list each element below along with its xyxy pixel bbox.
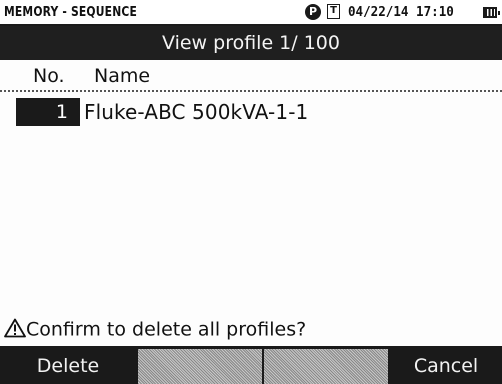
- p-circle-icon: P: [305, 4, 321, 20]
- softkey-2-blank: [138, 349, 262, 384]
- softkey-3-blank: [264, 349, 388, 384]
- status-bar: MEMORY - SEQUENCE P T 04/22/14 17:10: [0, 0, 502, 26]
- mode-label: MEMORY - SEQUENCE: [4, 5, 138, 20]
- profile-number: 1: [16, 98, 80, 126]
- column-header-no: No.: [33, 65, 65, 87]
- confirm-message: Confirm to delete all profiles?: [4, 314, 306, 344]
- cancel-button[interactable]: Cancel: [390, 349, 502, 384]
- softkey-bar: Delete Cancel: [0, 346, 502, 384]
- delete-button[interactable]: Delete: [0, 349, 136, 384]
- profile-row[interactable]: 1 Fluke-ABC 500kVA-1-1: [0, 96, 502, 128]
- confirm-message-text: Confirm to delete all profiles?: [26, 318, 307, 341]
- page-title: View profile 1/ 100: [0, 26, 502, 60]
- battery-icon: [483, 7, 500, 18]
- column-header-name: Name: [94, 65, 151, 87]
- warning-icon: [4, 318, 26, 337]
- profile-name: Fluke-ABC 500kVA-1-1: [84, 100, 309, 124]
- datetime-display: 04/22/14 17:10: [348, 4, 454, 20]
- device-screen: MEMORY - SEQUENCE P T 04/22/14 17:10 Vie…: [0, 0, 502, 384]
- t-box-icon: T: [327, 4, 340, 19]
- table-header: No. Name: [0, 62, 502, 92]
